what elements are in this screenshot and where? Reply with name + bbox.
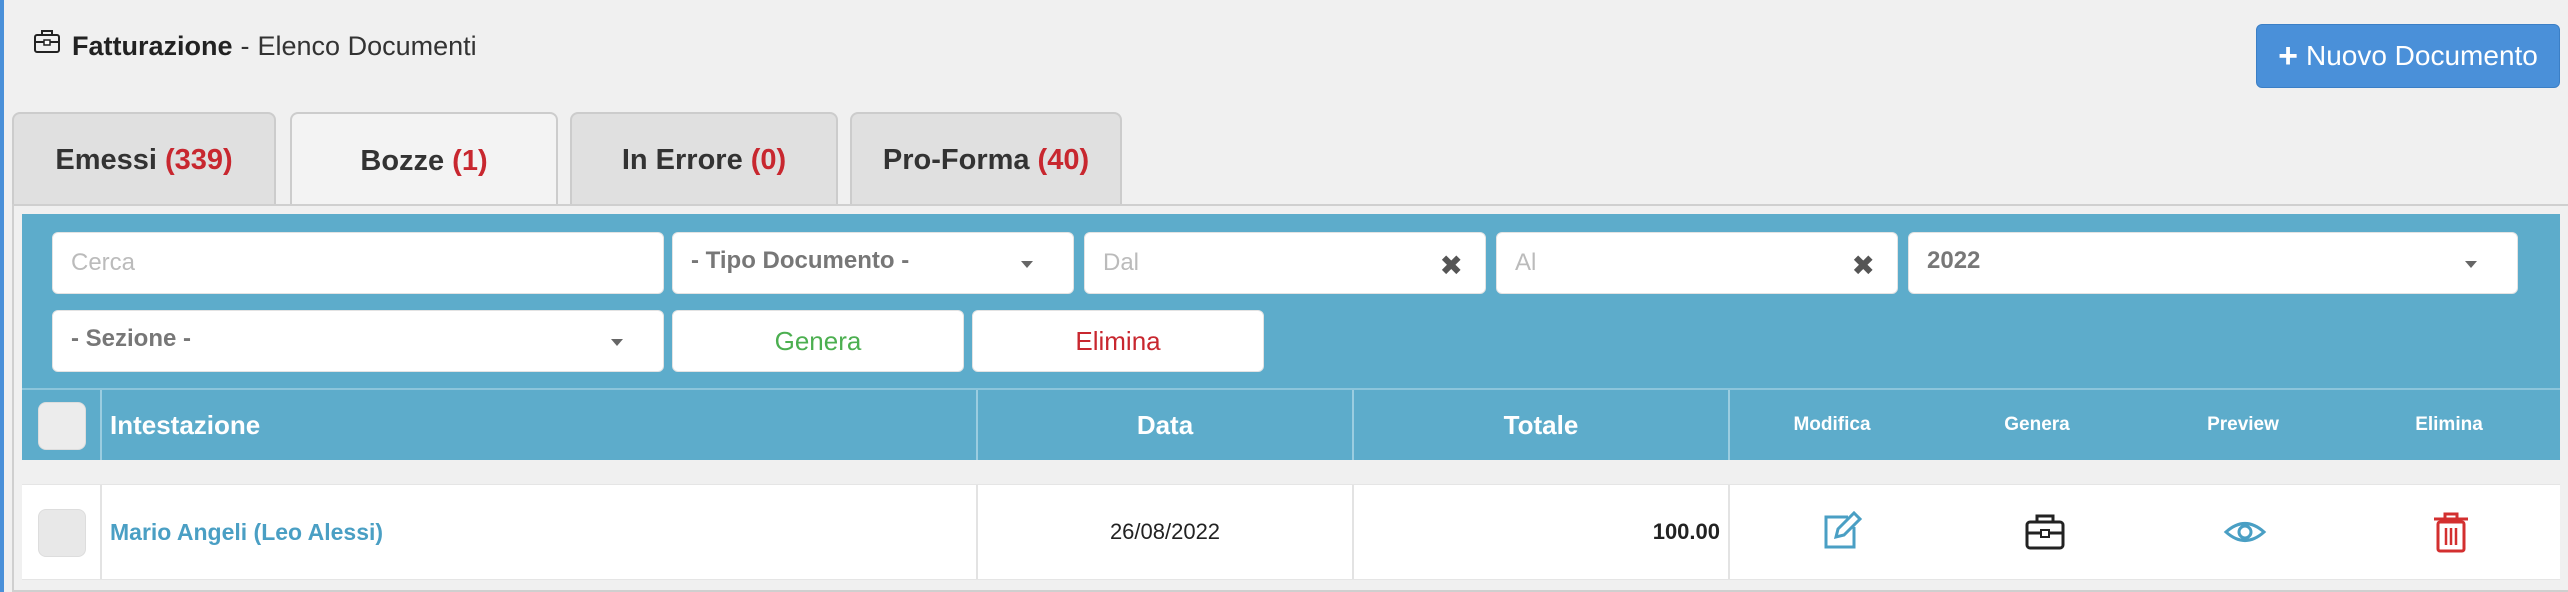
column-delete: Elimina	[2346, 390, 2552, 460]
chevron-down-icon	[2465, 261, 2477, 268]
column-heading-label: Intestazione	[110, 409, 261, 440]
column-preview: Preview	[2140, 390, 2346, 460]
chevron-down-icon	[611, 339, 623, 346]
document-type-value: - Tipo Documento -	[691, 247, 910, 274]
tab-count: (0)	[750, 143, 787, 176]
row-divider	[1728, 485, 1730, 579]
tab-label: Pro-Forma	[882, 143, 1030, 176]
briefcase-icon	[34, 30, 60, 53]
date-from-placeholder: Dal	[1103, 249, 1140, 276]
edit-icon[interactable]	[1818, 509, 1864, 555]
section-select[interactable]: - Sezione -	[52, 310, 664, 372]
column-edit: Modifica	[1728, 390, 1934, 460]
generate-button-label: Genera	[774, 325, 862, 356]
column-delete-label: Elimina	[2415, 414, 2483, 435]
row-checkbox[interactable]	[38, 509, 86, 557]
row-date-value: 26/08/2022	[1109, 519, 1221, 544]
year-value: 2022	[1927, 247, 1981, 274]
column-date[interactable]: Data	[976, 390, 1352, 460]
search-input[interactable]: Cerca	[52, 232, 664, 294]
column-generate: Genera	[1934, 390, 2140, 460]
column-heading[interactable]: Intestazione	[100, 390, 1000, 460]
tab-emessi[interactable]: Emessi (339)	[12, 112, 276, 206]
page-subtitle: Elenco Documenti	[257, 30, 477, 61]
tab-label: Emessi	[55, 143, 157, 176]
tab-count: (1)	[452, 144, 488, 177]
column-total[interactable]: Totale	[1352, 390, 1728, 460]
new-document-label: Nuovo Documento	[2305, 40, 2538, 71]
select-all-checkbox[interactable]	[38, 402, 86, 450]
row-total-value: 100.00	[1652, 519, 1720, 544]
tab-in-errore[interactable]: In Errore (0)	[570, 112, 838, 206]
date-from-input[interactable]: Dal ✖	[1084, 232, 1486, 294]
plus-icon: +	[2278, 37, 2298, 75]
table-header: Intestazione Data Totale Modifica Genera…	[22, 388, 2560, 460]
chevron-down-icon	[1021, 261, 1033, 268]
tab-label: In Errore	[621, 143, 743, 176]
trash-icon[interactable]	[2428, 509, 2474, 555]
briefcase-icon[interactable]	[2022, 509, 2068, 555]
column-edit-label: Modifica	[1793, 414, 1871, 435]
tab-count: (40)	[1037, 143, 1090, 176]
delete-button[interactable]: Elimina	[972, 310, 1264, 372]
row-date: 26/08/2022	[976, 485, 1352, 579]
tab-pro-forma[interactable]: Pro-Forma (40)	[850, 112, 1122, 206]
document-type-select[interactable]: - Tipo Documento -	[672, 232, 1074, 294]
search-placeholder: Cerca	[71, 249, 136, 276]
page-header: Fatturazione - Elenco Documenti	[32, 26, 477, 66]
row-heading-link[interactable]: Mario Angeli (Leo Alessi)	[100, 485, 976, 579]
date-to-input[interactable]: Al ✖	[1496, 232, 1898, 294]
column-generate-label: Genera	[2004, 414, 2070, 435]
tab-bozze[interactable]: Bozze (1)	[290, 112, 558, 208]
column-preview-label: Preview	[2207, 414, 2279, 435]
new-document-button[interactable]: + Nuovo Documento	[2256, 24, 2560, 88]
table-row: Mario Angeli (Leo Alessi) 26/08/2022 100…	[22, 484, 2560, 580]
title-separator: -	[240, 30, 250, 61]
customer-name-link[interactable]: Mario Angeli (Leo Alessi)	[110, 519, 383, 546]
section-value: - Sezione -	[71, 325, 192, 352]
tab-count: (339)	[164, 143, 233, 176]
column-date-label: Data	[1136, 409, 1194, 440]
generate-button[interactable]: Genera	[672, 310, 964, 372]
eye-icon[interactable]	[2222, 509, 2268, 555]
date-to-placeholder: Al	[1515, 249, 1537, 276]
column-total-label: Totale	[1503, 409, 1579, 440]
clear-icon[interactable]: ✖	[1852, 249, 1875, 282]
page-title: Fatturazione	[72, 30, 233, 61]
left-accent-bar	[0, 0, 4, 592]
year-select[interactable]: 2022	[1908, 232, 2518, 294]
clear-icon[interactable]: ✖	[1440, 249, 1463, 282]
delete-button-label: Elimina	[1075, 325, 1161, 356]
tab-label: Bozze	[360, 144, 445, 177]
row-total: 100.00	[1352, 485, 1728, 579]
